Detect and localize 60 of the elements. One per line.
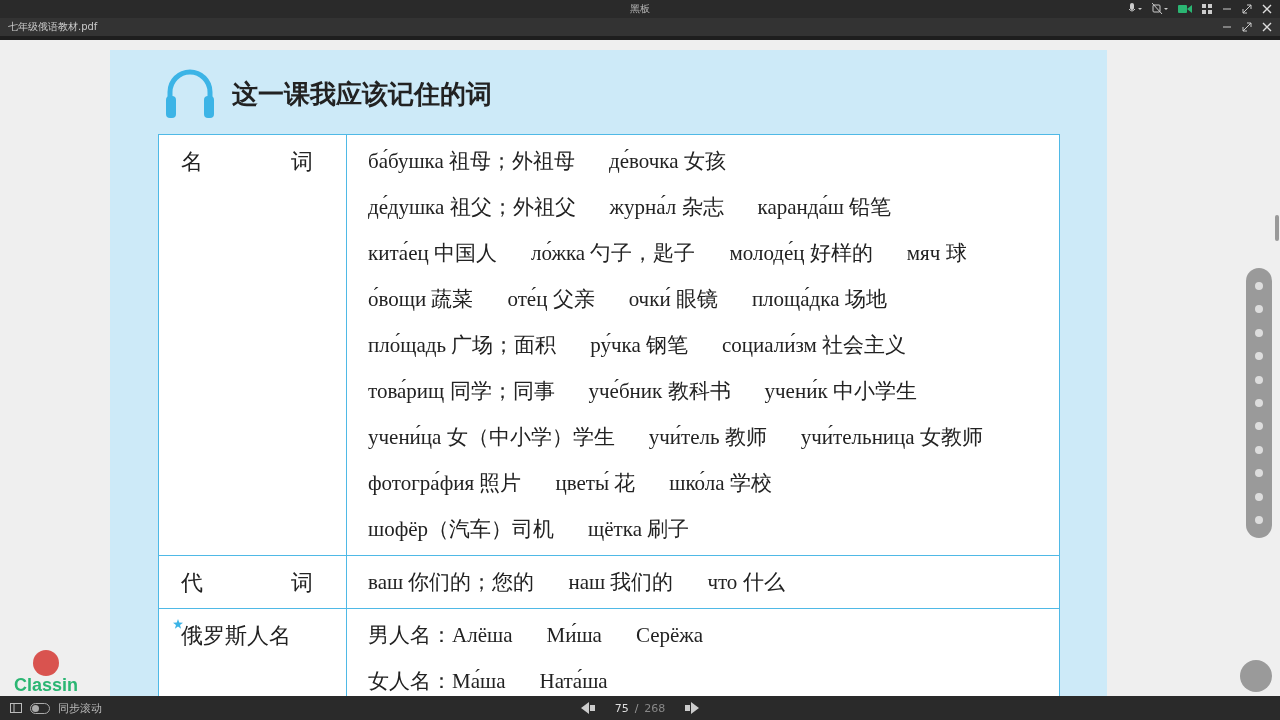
vocabulary-entry: пло́щадь 广场；面积 bbox=[368, 332, 557, 359]
page-separator: / bbox=[634, 701, 639, 715]
vocabulary-entry: 女人名：Ма́ша bbox=[368, 668, 506, 695]
window-title: 黑板 bbox=[630, 2, 650, 16]
section-heading: 这一课我应该记住的词 bbox=[232, 77, 492, 111]
vocabulary-entry: Ната́ша bbox=[539, 668, 608, 694]
category-label: 代 词 bbox=[181, 570, 313, 595]
vocabulary-entry: очки́ 眼镜 bbox=[628, 286, 718, 313]
vocabulary-entry: наш 我们的 bbox=[568, 569, 674, 596]
restore-icon[interactable] bbox=[1242, 22, 1252, 32]
vocabulary-entry: учи́тельница 女教师 bbox=[800, 424, 983, 451]
vocabulary-entry: де́вочка 女孩 bbox=[609, 148, 726, 175]
vocabulary-entry: каранда́ш 铅笔 bbox=[757, 194, 892, 221]
vocabulary-entry: учи́тель 教师 bbox=[648, 424, 767, 451]
vocabulary-entry: оте́ц 父亲 bbox=[507, 286, 595, 313]
category-label: 名 词 bbox=[181, 149, 313, 174]
sidebar-icon[interactable] bbox=[10, 703, 22, 713]
star-icon bbox=[173, 619, 183, 629]
vocabulary-entry: шофёр（汽车）司机 bbox=[368, 516, 555, 543]
grid-icon[interactable] bbox=[1202, 4, 1212, 14]
vocabulary-entry: о́вощи 蔬菜 bbox=[368, 286, 474, 313]
vocabulary-entry: учени́ца 女（中小学）学生 bbox=[368, 424, 615, 451]
restore-icon[interactable] bbox=[1242, 4, 1252, 14]
video-icon[interactable] bbox=[1178, 4, 1192, 14]
current-page: 75 bbox=[614, 701, 629, 715]
vocabulary-entry: социали́зм 社会主义 bbox=[722, 332, 907, 359]
file-tab[interactable]: 七年级俄语教材.pdf bbox=[8, 20, 98, 34]
vocabulary-entry: Серёжа bbox=[635, 622, 704, 648]
vocabulary-entry: уче́бник 教科书 bbox=[588, 378, 731, 405]
next-page-icon[interactable] bbox=[685, 702, 700, 714]
vocabulary-entry: 男人名：Алёша bbox=[368, 622, 513, 649]
vocabulary-entry: мяч 球 bbox=[906, 240, 967, 267]
vocabulary-entry: ру́чка 钢笔 bbox=[590, 332, 688, 359]
vocabulary-entry: учени́к 中小学生 bbox=[764, 378, 917, 405]
vocabulary-entry: журна́л 杂志 bbox=[609, 194, 724, 221]
sync-scroll-label: 同步滚动 bbox=[58, 700, 102, 716]
vocabulary-entry: ба́бушка 祖母；外祖母 bbox=[368, 148, 576, 175]
vocabulary-entry: цветы́ 花 bbox=[555, 470, 636, 497]
previous-page-icon[interactable] bbox=[580, 702, 595, 714]
vocabulary-entry: де́душка 祖父；外祖父 bbox=[368, 194, 576, 221]
scrollbar-thumb[interactable] bbox=[1275, 215, 1279, 241]
category-label: 俄罗斯人名 bbox=[181, 623, 291, 648]
close-icon[interactable] bbox=[1262, 22, 1272, 32]
vocabulary-entry: площа́дка 场地 bbox=[751, 286, 887, 313]
vocabulary-entry: молоде́ц 好样的 bbox=[729, 240, 873, 267]
vocabulary-entry: ло́жка 勺子，匙子 bbox=[531, 240, 696, 267]
total-pages: 268 bbox=[644, 701, 666, 715]
vocabulary-entry: щётка 刷子 bbox=[588, 516, 690, 543]
vocabulary-entry: фотогра́фия 照片 bbox=[368, 470, 522, 497]
close-icon[interactable] bbox=[1262, 4, 1272, 14]
vocabulary-entry: шко́ла 学校 bbox=[669, 470, 772, 497]
camera-off-icon[interactable] bbox=[1152, 3, 1168, 15]
app-logo-icon bbox=[33, 650, 59, 676]
vocabulary-entry: что 什么 bbox=[707, 569, 785, 596]
vocabulary-entry: Ми́ша bbox=[546, 622, 602, 648]
app-logo: Classin bbox=[14, 676, 79, 694]
vocabulary-entry: кита́ец 中国人 bbox=[368, 240, 497, 267]
vocabulary-entry: това́рищ 同学；同事 bbox=[368, 378, 555, 405]
vocabulary-entry: ваш 你们的；您的 bbox=[368, 569, 535, 596]
floating-button[interactable] bbox=[1240, 660, 1272, 692]
